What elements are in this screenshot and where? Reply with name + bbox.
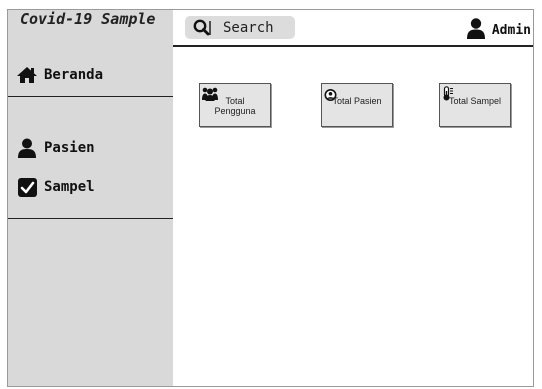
user-name: Admin <box>491 23 531 38</box>
home-icon <box>16 65 38 85</box>
card-label: Total Pengguna <box>214 96 256 116</box>
user-icon <box>466 18 485 43</box>
card-total-pasien[interactable]: Total Pasien <box>321 83 393 127</box>
user-icon <box>16 138 38 158</box>
sidebar-item-label: Pasien <box>44 140 95 156</box>
card-label: Total Pasien <box>332 96 382 106</box>
app-title: Covid-19 Sample <box>20 10 156 28</box>
card-label: Total Sampel <box>448 96 502 106</box>
checkbox-icon <box>16 177 38 197</box>
card-total-sampel[interactable]: Total Sampel <box>439 83 511 127</box>
search-box[interactable]: Search <box>185 16 295 39</box>
card-total-pengguna[interactable]: Total Pengguna <box>199 83 271 127</box>
search-icon <box>193 19 211 37</box>
user-menu[interactable]: Admin <box>466 18 531 43</box>
sidebar-item-beranda[interactable]: Beranda <box>16 65 103 85</box>
sidebar-divider <box>8 96 173 97</box>
sidebar-divider <box>8 218 173 219</box>
sidebar-item-sampel[interactable]: Sampel <box>16 177 95 197</box>
sidebar-item-label: Beranda <box>44 67 104 83</box>
sidebar-item-label: Sampel <box>44 179 95 195</box>
sidebar-item-pasien[interactable]: Pasien <box>16 138 95 158</box>
search-input[interactable]: Search <box>223 20 274 36</box>
top-bar: Search Admin <box>173 10 533 47</box>
